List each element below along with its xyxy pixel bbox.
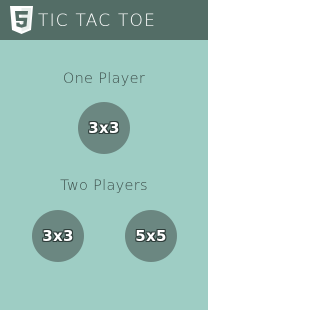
html5-icon [9, 6, 34, 34]
app-title: TIC TAC TOE [38, 11, 157, 31]
two-players-5x5-button[interactable]: 5x5 [125, 210, 177, 262]
one-player-3x3-button[interactable]: 3x3 [78, 102, 130, 154]
two-players-3x3-label: 3x3 [42, 227, 74, 245]
one-player-heading: One Player [62, 71, 146, 87]
one-player-3x3-label: 3x3 [88, 119, 120, 137]
app-header: TIC TAC TOE [0, 0, 208, 40]
two-players-heading: Two Players [60, 178, 148, 194]
two-players-5x5-label: 5x5 [135, 227, 167, 245]
app-screen: TIC TAC TOE One Player 3x3 Two Players 3… [0, 0, 208, 310]
two-players-3x3-button[interactable]: 3x3 [32, 210, 84, 262]
